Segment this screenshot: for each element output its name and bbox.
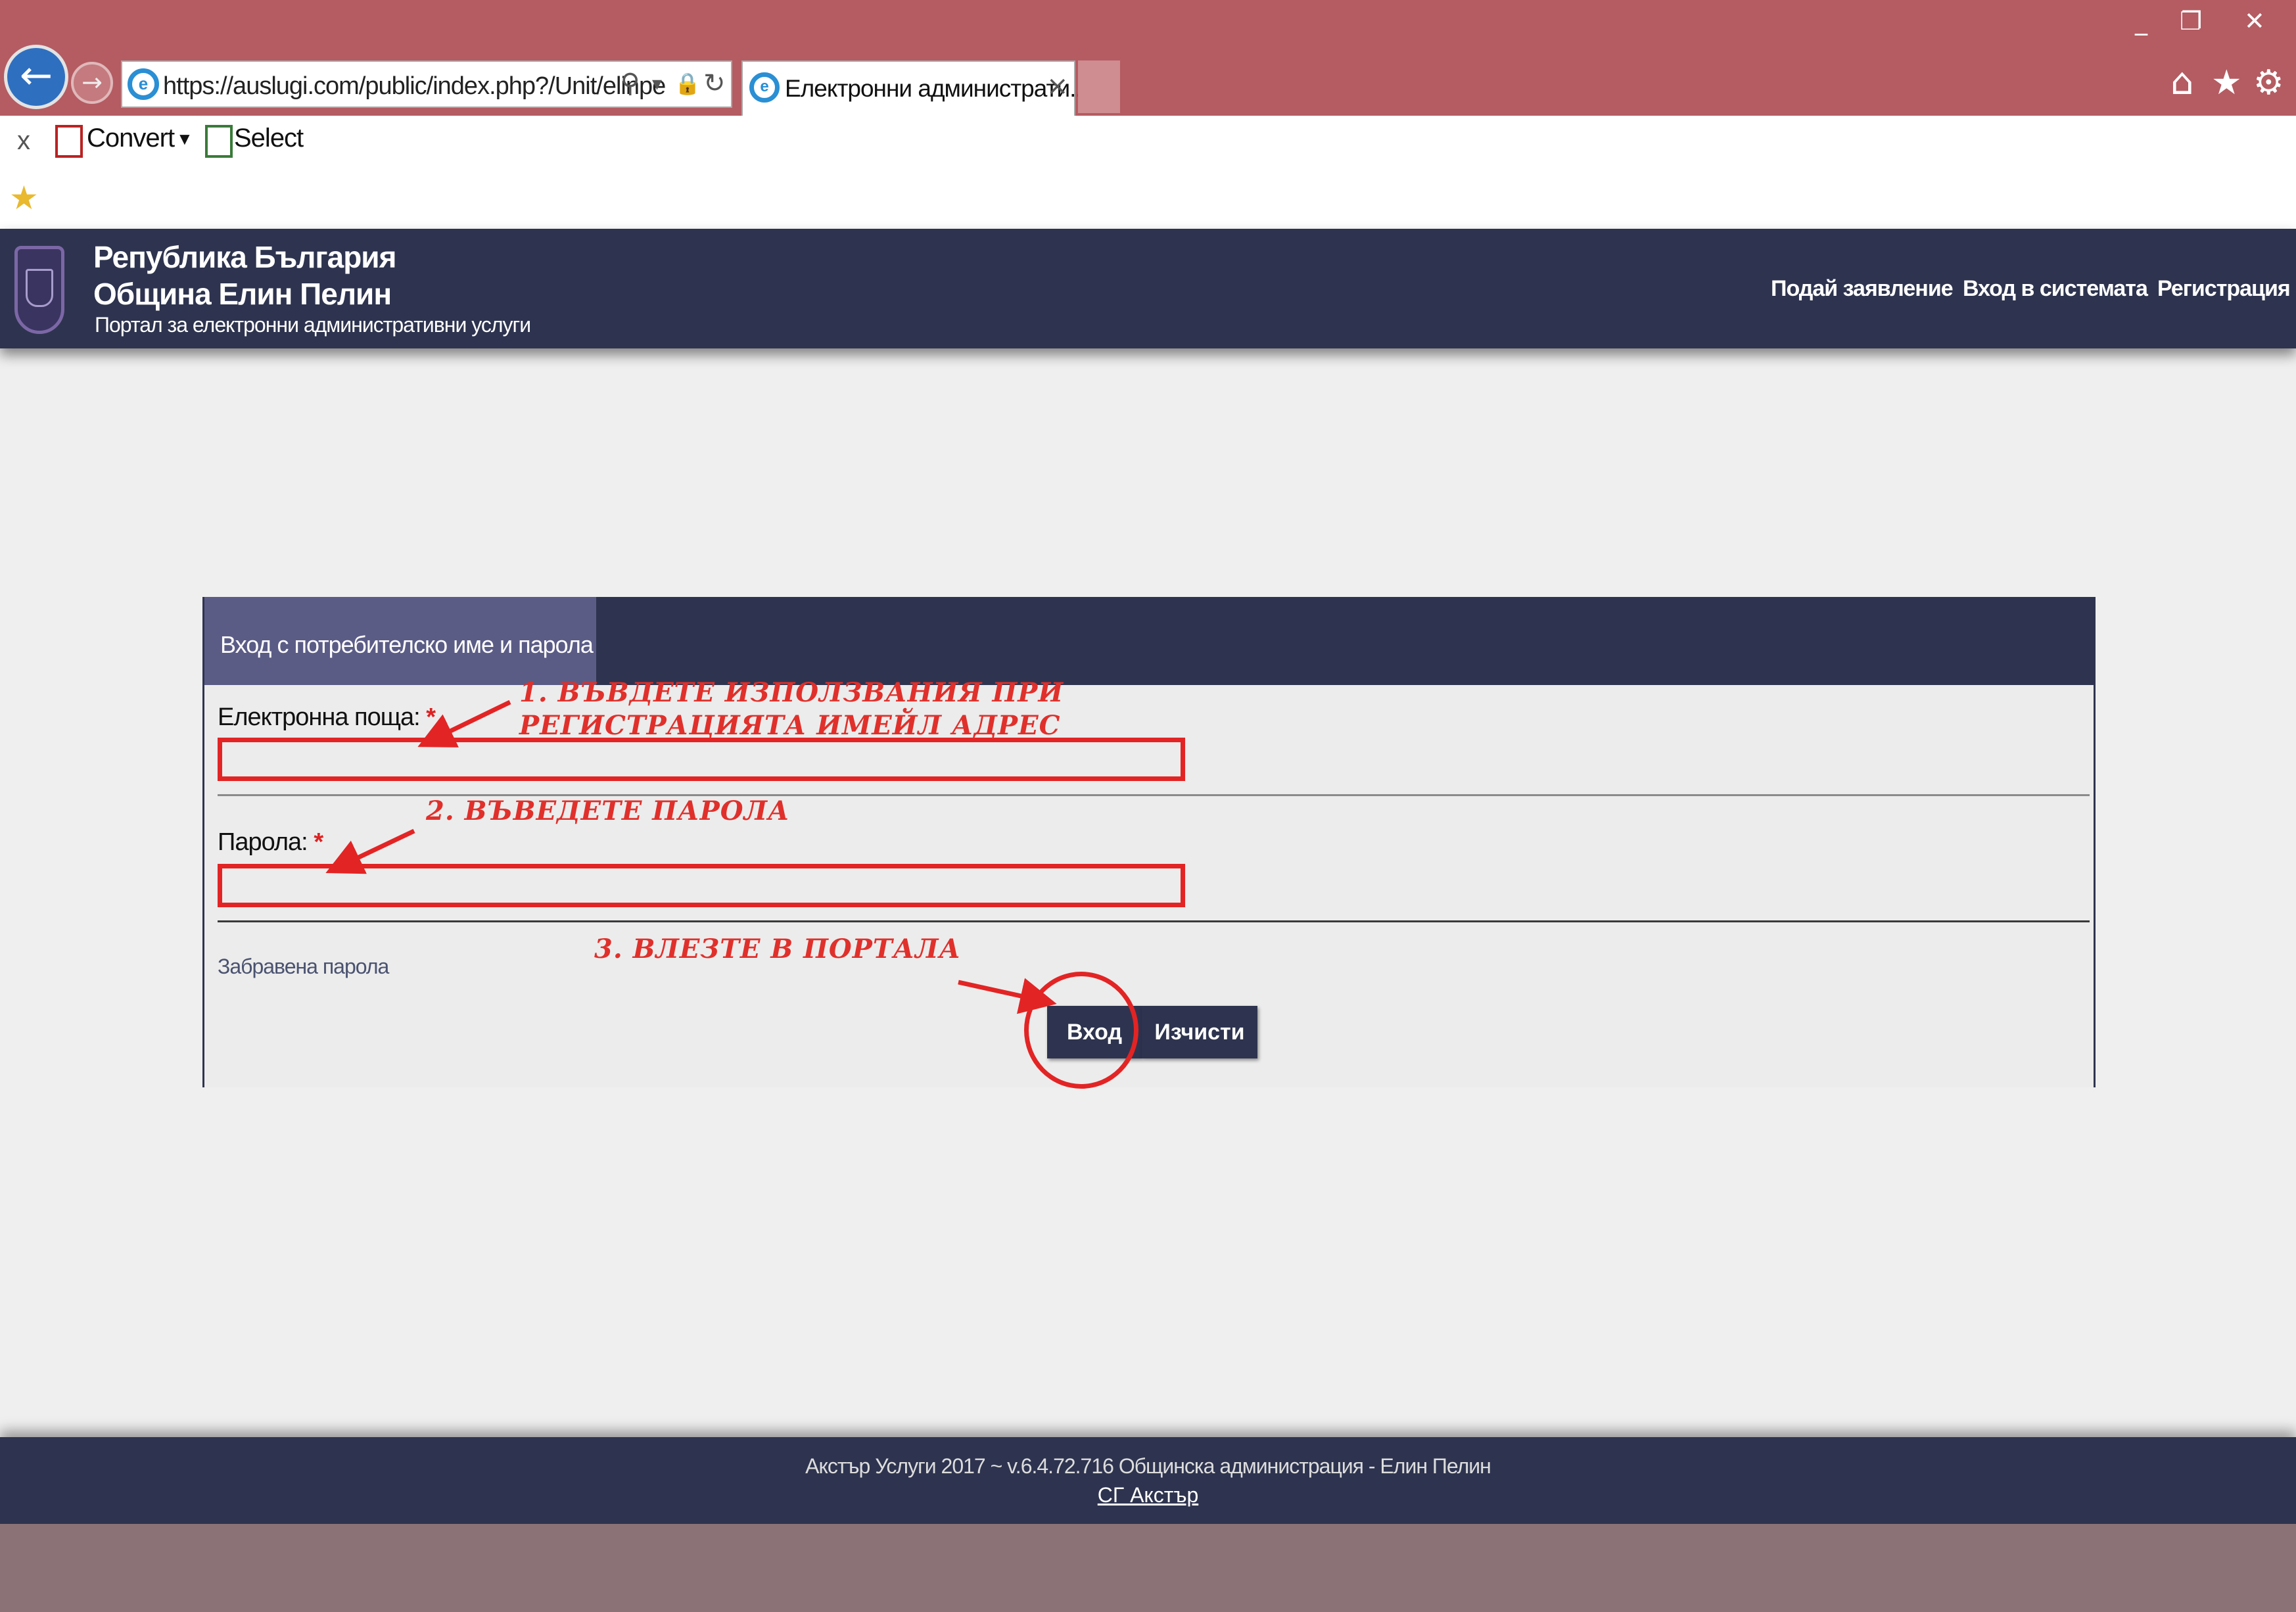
annotation-arrow-email: [417, 699, 511, 747]
bottom-bar: [0, 1524, 2296, 1612]
annotation-arrow-password: [325, 828, 415, 874]
annotation-arrows: [325, 699, 1057, 1014]
footer-copyright: Акстър Услуги 2017 ~ v.6.4.72.716 Общинс…: [805, 1454, 1491, 1478]
site-footer: Акстър Услуги 2017 ~ v.6.4.72.716 Общинс…: [0, 1437, 2296, 1524]
footer-link[interactable]: СГ Акстър: [0, 1483, 2296, 1507]
annotation-arrow-login: [958, 978, 1057, 1014]
